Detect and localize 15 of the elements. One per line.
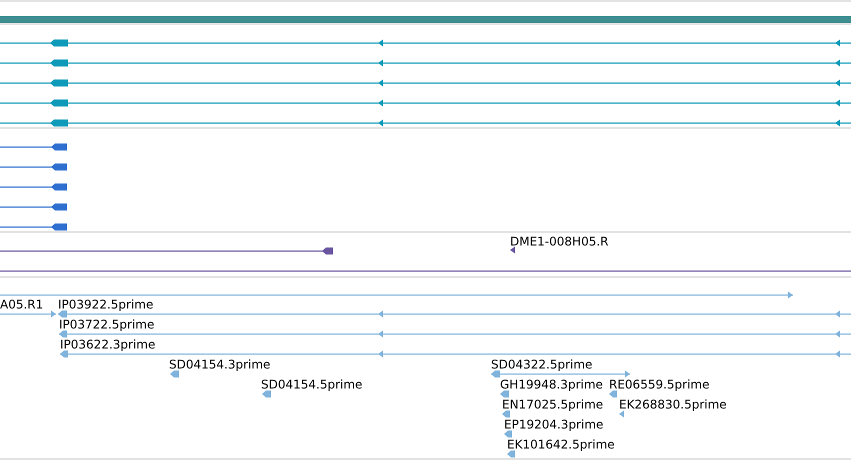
feature-label: IP03622.3prime xyxy=(60,338,156,352)
feature-label: A05.R1 xyxy=(0,298,44,312)
feature-arrow[interactable] xyxy=(510,246,515,254)
feature-label: IP03722.5prime xyxy=(59,318,154,332)
feature-label: EK101642.5prime xyxy=(507,438,615,452)
feature-label: SD04154.5prime xyxy=(261,378,362,392)
feature-label: EP19204.3prime xyxy=(504,418,604,432)
feature-label: IP03922.5prime xyxy=(58,298,154,312)
feature-label: SD04154.3prime xyxy=(169,358,270,372)
feature-label: DME1-008H05.R xyxy=(510,234,608,248)
feature-label: SD04322.5prime xyxy=(491,358,592,372)
feature-label: EK268830.5prime xyxy=(619,398,727,412)
feature-label: RE06559.5prime xyxy=(609,378,710,392)
feature-label: GH19948.3prime xyxy=(500,378,603,392)
feature-label: EN17025.5prime xyxy=(502,398,604,412)
